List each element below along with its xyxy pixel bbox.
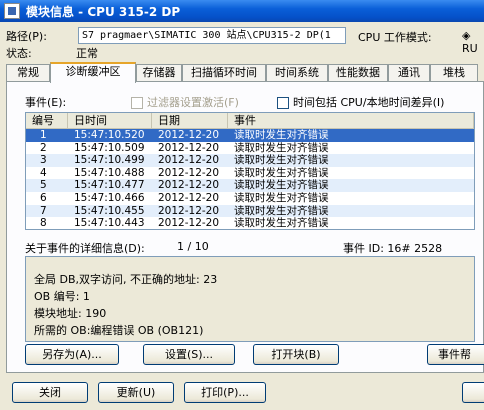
cpu-mode-label: CPU 工作模式:: [358, 31, 432, 44]
row-number: 5: [40, 179, 47, 192]
col-time[interactable]: 日时间: [68, 113, 152, 128]
row-event: 读取时发生对齐错误: [234, 166, 329, 179]
row-event: 读取时发生对齐错误: [234, 217, 329, 230]
detail-label: 关于事件的详细信息(D):: [25, 242, 145, 255]
row-time: 15:47:10.443: [74, 217, 145, 230]
detail-line: 模块地址: 190: [34, 307, 107, 320]
cpu-time-checkbox[interactable]: 时间包括 CPU/本地时间差异(I): [277, 94, 444, 110]
row-date: 2012-12-20: [158, 204, 220, 217]
tab-stack[interactable]: 堆栈: [430, 64, 478, 82]
col-number[interactable]: 编号: [26, 113, 68, 128]
row-number: 1: [40, 129, 47, 141]
path-row: 路径(P): S7 pragmaer\SIMATIC 300 站点\CPU315…: [6, 26, 484, 55]
tab-general[interactable]: 常规: [6, 64, 50, 82]
row-event: 读取时发生对齐错误: [234, 141, 329, 154]
event-row[interactable]: 5 15:47:10.477 2012-12-20 读取时发生对齐错误: [26, 179, 474, 192]
row-number: 2: [40, 141, 47, 154]
tab-diagnostic-buffer[interactable]: 诊断缓冲区: [50, 62, 136, 83]
help-button-partial[interactable]: [462, 382, 484, 403]
row-time: 15:47:10.477: [74, 179, 145, 192]
col-date[interactable]: 日期: [152, 113, 228, 128]
row-time: 15:47:10.455: [74, 204, 145, 217]
row-event: 读取时发生对齐错误: [234, 179, 329, 192]
window-title: 模块信息 - CPU 315-2 DP: [26, 4, 181, 19]
event-id: 事件 ID: 16# 2528: [343, 242, 443, 255]
tab-strip: 常规 诊断缓冲区 存储器 扫描循环时间 时间系统 性能数据 通讯 堆栈: [6, 62, 484, 83]
cpu-mode-value: ◈ RU: [462, 29, 478, 55]
tab-performance-data[interactable]: 性能数据: [328, 64, 388, 82]
filter-label: 过滤器设置激活(F): [147, 96, 239, 109]
row-number: 3: [40, 154, 47, 167]
row-number: 8: [40, 217, 47, 230]
row-event: 读取时发生对齐错误: [234, 154, 329, 167]
row-time: 15:47:10.488: [74, 166, 145, 179]
events-list[interactable]: 编号 日时间 日期 事件 1 15:47:10.520 2012-12-20 读…: [25, 112, 475, 230]
tab-scan-cycle-time[interactable]: 扫描循环时间: [182, 64, 266, 82]
detail-line: 所需的 OB:编程错误 OB (OB121): [34, 324, 204, 337]
tab-communication[interactable]: 通讯: [388, 64, 430, 82]
row-date: 2012-12-20: [158, 129, 220, 141]
row-time: 15:47:10.499: [74, 154, 145, 167]
row-event: 读取时发生对齐错误: [234, 204, 329, 217]
event-row[interactable]: 2 15:47:10.509 2012-12-20 读取时发生对齐错误: [26, 142, 474, 155]
close-button[interactable]: 关闭: [12, 382, 88, 403]
path-field[interactable]: S7 pragmaer\SIMATIC 300 站点\CPU315-2 DP(1: [78, 27, 346, 44]
row-date: 2012-12-20: [158, 179, 220, 192]
cpu-time-checkbox-box[interactable]: [277, 97, 289, 109]
save-as-button[interactable]: 另存为(A)...: [25, 344, 119, 365]
diagnostic-buffer-panel: 事件(E): 过滤器设置激活(F) 时间包括 CPU/本地时间差异(I) 编号 …: [6, 81, 484, 373]
col-event[interactable]: 事件: [228, 113, 474, 128]
cpu-time-label: 时间包括 CPU/本地时间差异(I): [293, 96, 445, 109]
event-row[interactable]: 8 15:47:10.443 2012-12-20 读取时发生对齐错误: [26, 217, 474, 230]
event-row[interactable]: 7 15:47:10.455 2012-12-20 读取时发生对齐错误: [26, 204, 474, 218]
event-row[interactable]: 3 15:47:10.499 2012-12-20 读取时发生对齐错误: [26, 154, 474, 167]
event-row[interactable]: 4 15:47:10.488 2012-12-20 读取时发生对齐错误: [26, 167, 474, 180]
state-label: 状态:: [6, 47, 32, 60]
state-value: 正常: [76, 47, 98, 60]
row-time: 15:47:10.466: [74, 191, 145, 204]
events-label: 事件(E):: [25, 96, 67, 109]
event-row[interactable]: 1 15:47:10.520 2012-12-20 读取时发生对齐错误: [26, 129, 474, 142]
filter-checkbox: 过滤器设置激活(F): [131, 94, 239, 110]
tab-time-system[interactable]: 时间系统: [266, 64, 328, 82]
update-button[interactable]: 更新(U): [98, 382, 174, 403]
row-time: 15:47:10.520: [74, 129, 145, 141]
settings-button[interactable]: 设置(S)...: [143, 344, 235, 365]
row-date: 2012-12-20: [158, 191, 220, 204]
event-row[interactable]: 6 15:47:10.466 2012-12-20 读取时发生对齐错误: [26, 192, 474, 205]
row-number: 6: [40, 191, 47, 204]
row-date: 2012-12-20: [158, 217, 220, 230]
row-event: 读取时发生对齐错误: [234, 129, 329, 141]
row-number: 4: [40, 166, 47, 179]
detail-index: 1 / 10: [177, 240, 209, 253]
event-help-button[interactable]: 事件帮: [427, 344, 484, 365]
cpu-mode-text: RU: [462, 42, 478, 55]
list-header: 编号 日时间 日期 事件: [26, 113, 474, 129]
tab-memory[interactable]: 存储器: [136, 64, 182, 82]
row-date: 2012-12-20: [158, 166, 220, 179]
row-date: 2012-12-20: [158, 141, 220, 154]
detail-line: OB 编号: 1: [34, 290, 90, 303]
title-bar[interactable]: 模块信息 - CPU 315-2 DP: [0, 0, 484, 22]
event-details-box[interactable]: 全局 DB,双字访问, 不正确的地址: 23 OB 编号: 1 模块地址: 19…: [25, 256, 475, 342]
row-number: 7: [40, 204, 47, 217]
detail-line: 全局 DB,双字访问, 不正确的地址: 23: [34, 273, 218, 286]
row-event: 读取时发生对齐错误: [234, 191, 329, 204]
path-label: 路径(P):: [6, 30, 47, 43]
dialog-buttons: 关闭 更新(U) 打印(P)...: [0, 374, 484, 410]
open-block-button[interactable]: 打开块(B): [253, 344, 339, 365]
print-button[interactable]: 打印(P)...: [184, 382, 266, 403]
row-date: 2012-12-20: [158, 154, 220, 167]
app-icon: [4, 3, 20, 19]
row-time: 15:47:10.509: [74, 141, 145, 154]
filter-checkbox-box: [131, 97, 143, 109]
